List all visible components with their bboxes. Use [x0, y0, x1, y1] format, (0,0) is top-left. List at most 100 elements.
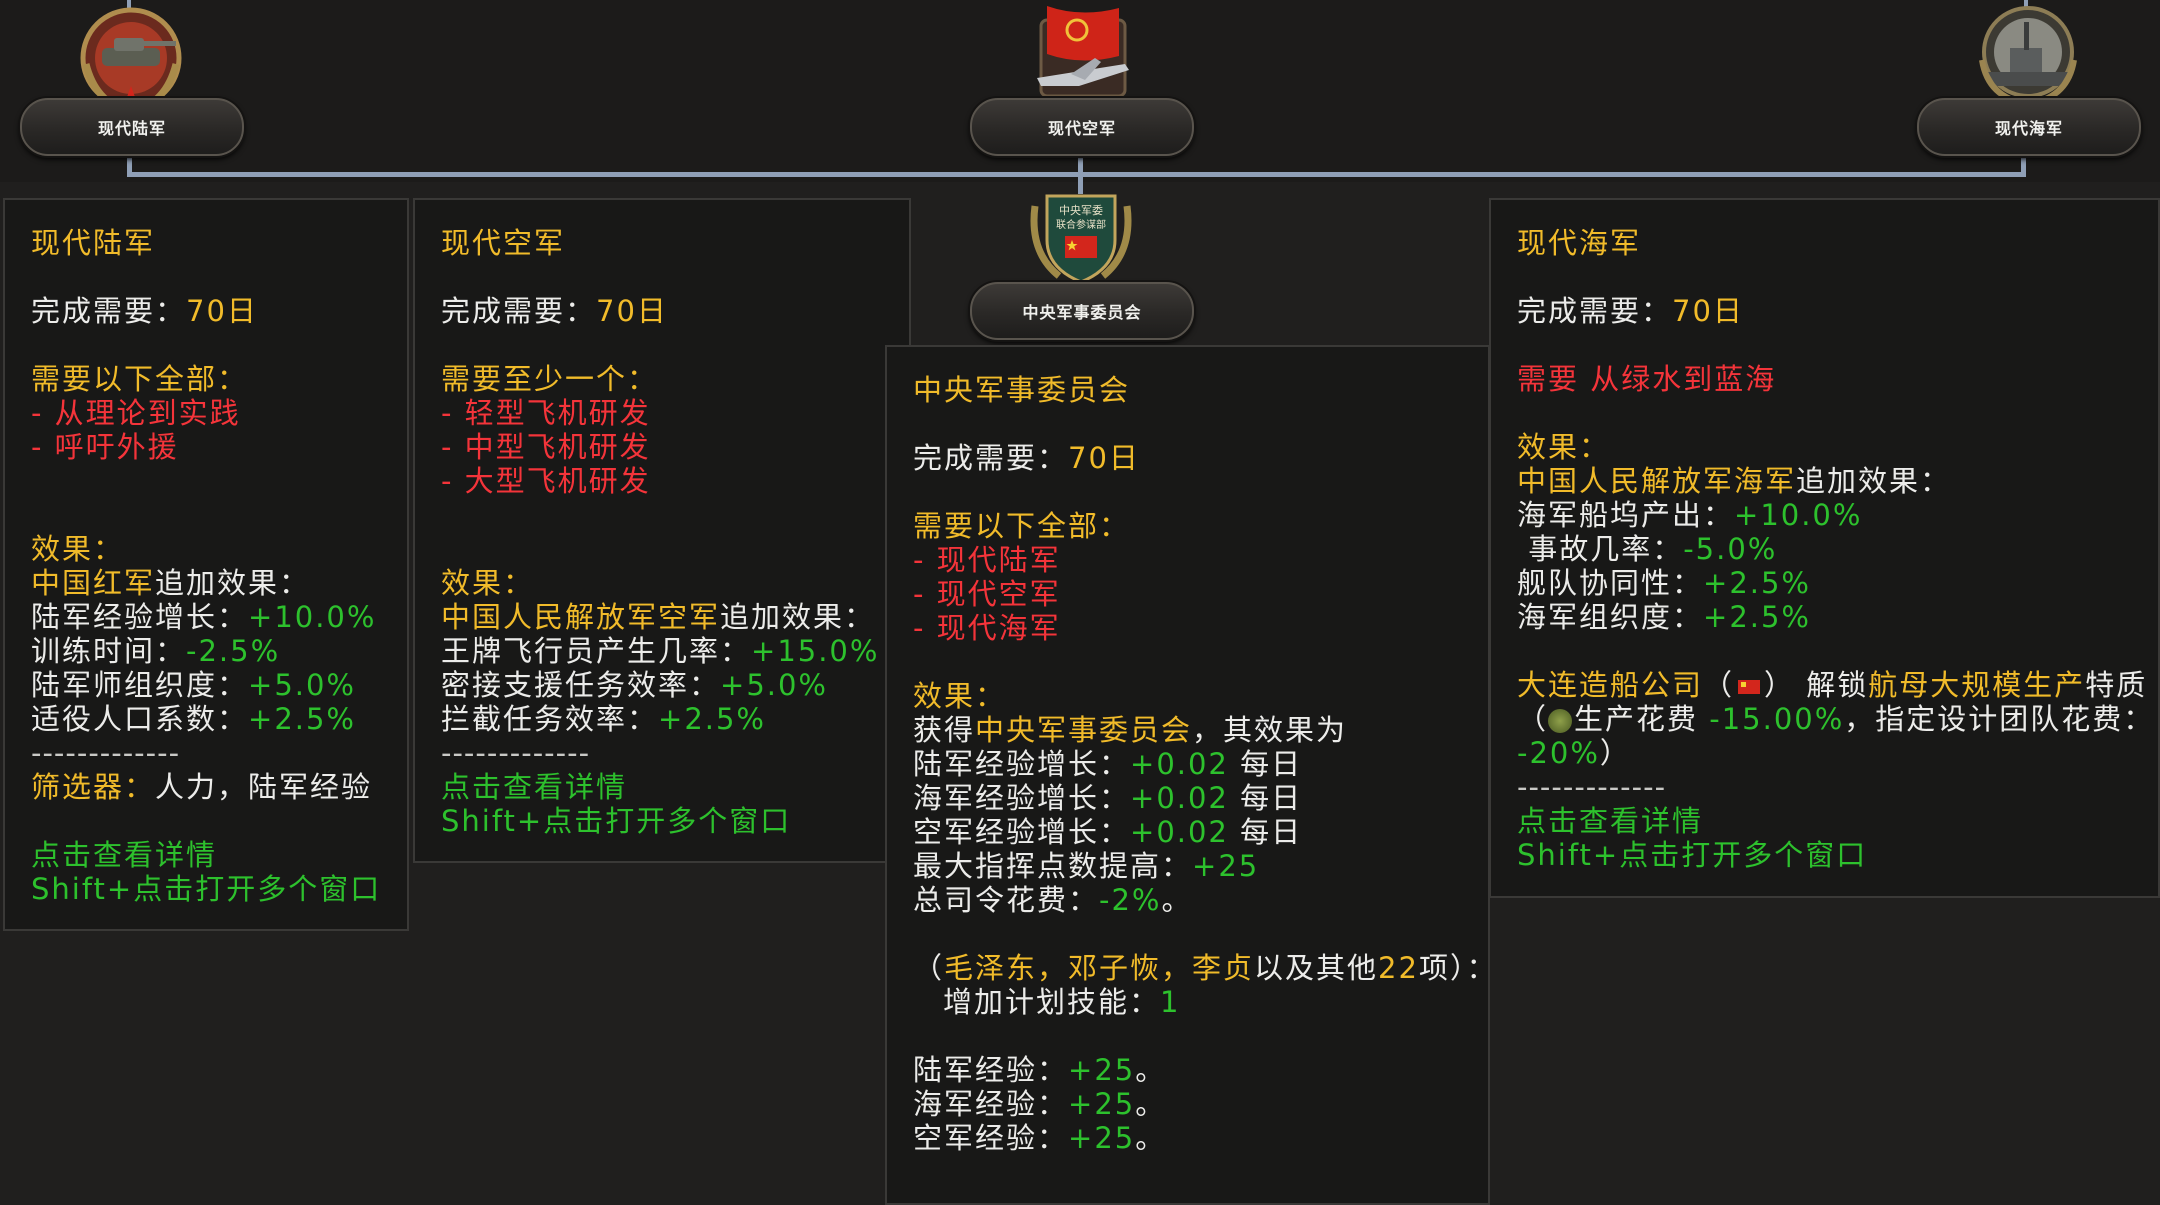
shift-click-hint: Shift+点击打开多个窗口 [1517, 838, 1868, 872]
exp-label: 空军经验： [913, 1121, 1069, 1155]
stat-value: +0.02 [1130, 747, 1229, 781]
prerequisite-item: - 大型飞机研发 [441, 464, 651, 498]
stat-unit: 每日 [1228, 815, 1303, 849]
cmc-shield-emblem-icon: 中央军委 联合参谋部 [1030, 194, 1132, 284]
click-hint: 点击查看详情 [441, 770, 628, 804]
cost-label: 生产花费 [1574, 702, 1710, 736]
stat-value: +5.0% [248, 668, 356, 702]
china-flag-icon [1738, 680, 1761, 694]
stat-value: -5.0% [1683, 532, 1778, 566]
tooltip-central-military-commission: 中央军事委员会 完成需要：70日 需要以下全部： - 现代陆军 - 现代空军 -… [885, 345, 1490, 1205]
tooltip-title: 中央军事委员会 [913, 373, 1131, 407]
bonus-suffix: 追加效果： [1796, 464, 1952, 498]
exp-label: 海军经验： [913, 1087, 1069, 1121]
stat-row: 陆军经验增长：+0.02 每日 [913, 747, 1488, 781]
stat-row: 舰队协同性：+2.5% [1517, 566, 2158, 600]
unlock-prefix: 解锁 [1795, 668, 1869, 702]
node-label-plate: 现代陆军 [20, 98, 244, 156]
exp-label: 陆军经验： [913, 1053, 1069, 1087]
unlock-suffix: 特质 [2085, 668, 2148, 702]
filter-label: 筛选器： [31, 770, 156, 804]
requirement-label: 完成需要： [1517, 294, 1673, 328]
effects-header: 效果： [913, 679, 1007, 713]
bonus-owner: 中国红军 [31, 566, 156, 600]
stat-value: -2.5% [186, 634, 281, 668]
node-label: 现代海军 [1994, 119, 2063, 138]
stat-row: 总司令花费：-2%。 [913, 883, 1488, 917]
stat-label: 总司令花费： [913, 883, 1100, 917]
stat-value: +2.5% [658, 702, 766, 736]
stat-value: +2.5% [1703, 566, 1811, 600]
requirement-days: 70日 [1068, 441, 1140, 475]
bonus-suffix: 追加效果： [720, 600, 876, 634]
company-close: ） [1764, 668, 1796, 702]
focus-node-modern-air[interactable]: 现代空军 [970, 0, 1194, 156]
exp-unit: 。 [1135, 1121, 1167, 1155]
node-label: 现代空军 [1047, 119, 1116, 138]
stat-label: 拦截任务效率： [441, 702, 659, 736]
effects-header: 效果： [1517, 430, 1611, 464]
effects-header: 效果： [441, 566, 535, 600]
prerequisite-item: - 现代海军 [913, 611, 1061, 645]
stat-unit: 。 [1161, 883, 1193, 917]
focus-node-modern-army[interactable]: 现代陆军 [20, 0, 244, 156]
cmc-emblem-text-2: 联合参谋部 [1056, 218, 1106, 231]
requirement-days: 70日 [186, 294, 258, 328]
production-cost-icon [1548, 709, 1573, 733]
prerequisite-item: - 呼吁外援 [31, 430, 179, 464]
gain-name: 中央军事委员会 [975, 713, 1193, 747]
company-name: 大连造船公司 [1517, 668, 1704, 702]
prerequisite-header: 需要以下全部： [31, 362, 249, 396]
stat-label: 空军经验增长： [913, 815, 1131, 849]
exp-value: +25 [1068, 1053, 1136, 1087]
tooltip-modern-navy: 现代海军 完成需要：70日 需要 从绿水到蓝海 效果： 中国人民解放军海军追加效… [1489, 198, 2160, 898]
stat-value: -2% [1099, 883, 1162, 917]
click-hint: 点击查看详情 [31, 838, 218, 872]
stat-label: 舰队协同性： [1517, 566, 1704, 600]
stat-unit: 每日 [1228, 781, 1303, 815]
team-close: ） [1599, 736, 1631, 770]
stat-unit: 每日 [1228, 747, 1303, 781]
stat-value: +0.02 [1130, 781, 1229, 815]
focus-node-modern-navy[interactable]: 现代海军 [1917, 0, 2141, 156]
leaders-mid: 以及其他 [1254, 951, 1379, 985]
stat-value: +0.02 [1130, 815, 1229, 849]
focus-node-central-military-commission[interactable]: 中央军委 联合参谋部 中央军事委员会 [970, 188, 1194, 340]
requirement-label: 完成需要： [441, 294, 597, 328]
leaders-names: 毛泽东，邓子恢，李贞 [944, 951, 1255, 985]
stat-label: 陆军经验增长： [31, 600, 249, 634]
node-label-plate: 中央军事委员会 [970, 282, 1194, 340]
bonus-owner: 中国人民解放军海军 [1517, 464, 1797, 498]
gain-suffix: ，其效果为 [1192, 713, 1348, 747]
stat-row: 训练时间：-2.5% [31, 634, 407, 668]
effects-header: 效果： [31, 532, 125, 566]
stat-row: 海军经验增长：+0.02 每日 [913, 781, 1488, 815]
stat-label: 密接支援任务效率： [441, 668, 721, 702]
divider: ------------- [441, 736, 591, 770]
stat-row: 密接支援任务效率：+5.0% [441, 668, 909, 702]
shift-click-hint: Shift+点击打开多个窗口 [441, 804, 792, 838]
stat-value: +10.0% [248, 600, 377, 634]
stat-label: 海军船坞产出： [1517, 498, 1735, 532]
shift-click-hint: Shift+点击打开多个窗口 [31, 872, 382, 906]
tooltip-title: 现代陆军 [31, 226, 156, 260]
exp-row: 陆军经验：+25。 [913, 1053, 1488, 1087]
tooltip-modern-army: 现代陆军 完成需要：70日 需要以下全部： - 从理论到实践 - 呼吁外援 效果… [3, 198, 409, 931]
team-cost-value: -20% [1517, 736, 1600, 770]
prerequisite-item: - 中型飞机研发 [441, 430, 651, 464]
stat-label: 海军经验增长： [913, 781, 1131, 815]
leaders-count: 22 [1378, 951, 1419, 985]
requirement-days: 70日 [596, 294, 668, 328]
navy-ship-emblem-icon [1979, 6, 2077, 108]
stat-label: 训练时间： [31, 634, 187, 668]
prerequisite-needs: 需要 从绿水到蓝海 [1517, 362, 1777, 396]
node-label-plate: 现代海军 [1917, 98, 2141, 156]
exp-row: 空军经验：+25。 [913, 1121, 1488, 1155]
skill-value: 1 [1160, 985, 1181, 1019]
stat-row: 事故几率：-5.0% [1517, 532, 2158, 566]
filter-value: 人力，陆军经验 [155, 770, 373, 804]
stat-label: 适役人口系数： [31, 702, 249, 736]
stat-row: 陆军经验增长：+10.0% [31, 600, 407, 634]
divider: ------------- [1517, 770, 1667, 804]
leaders-open: （ [913, 951, 945, 985]
